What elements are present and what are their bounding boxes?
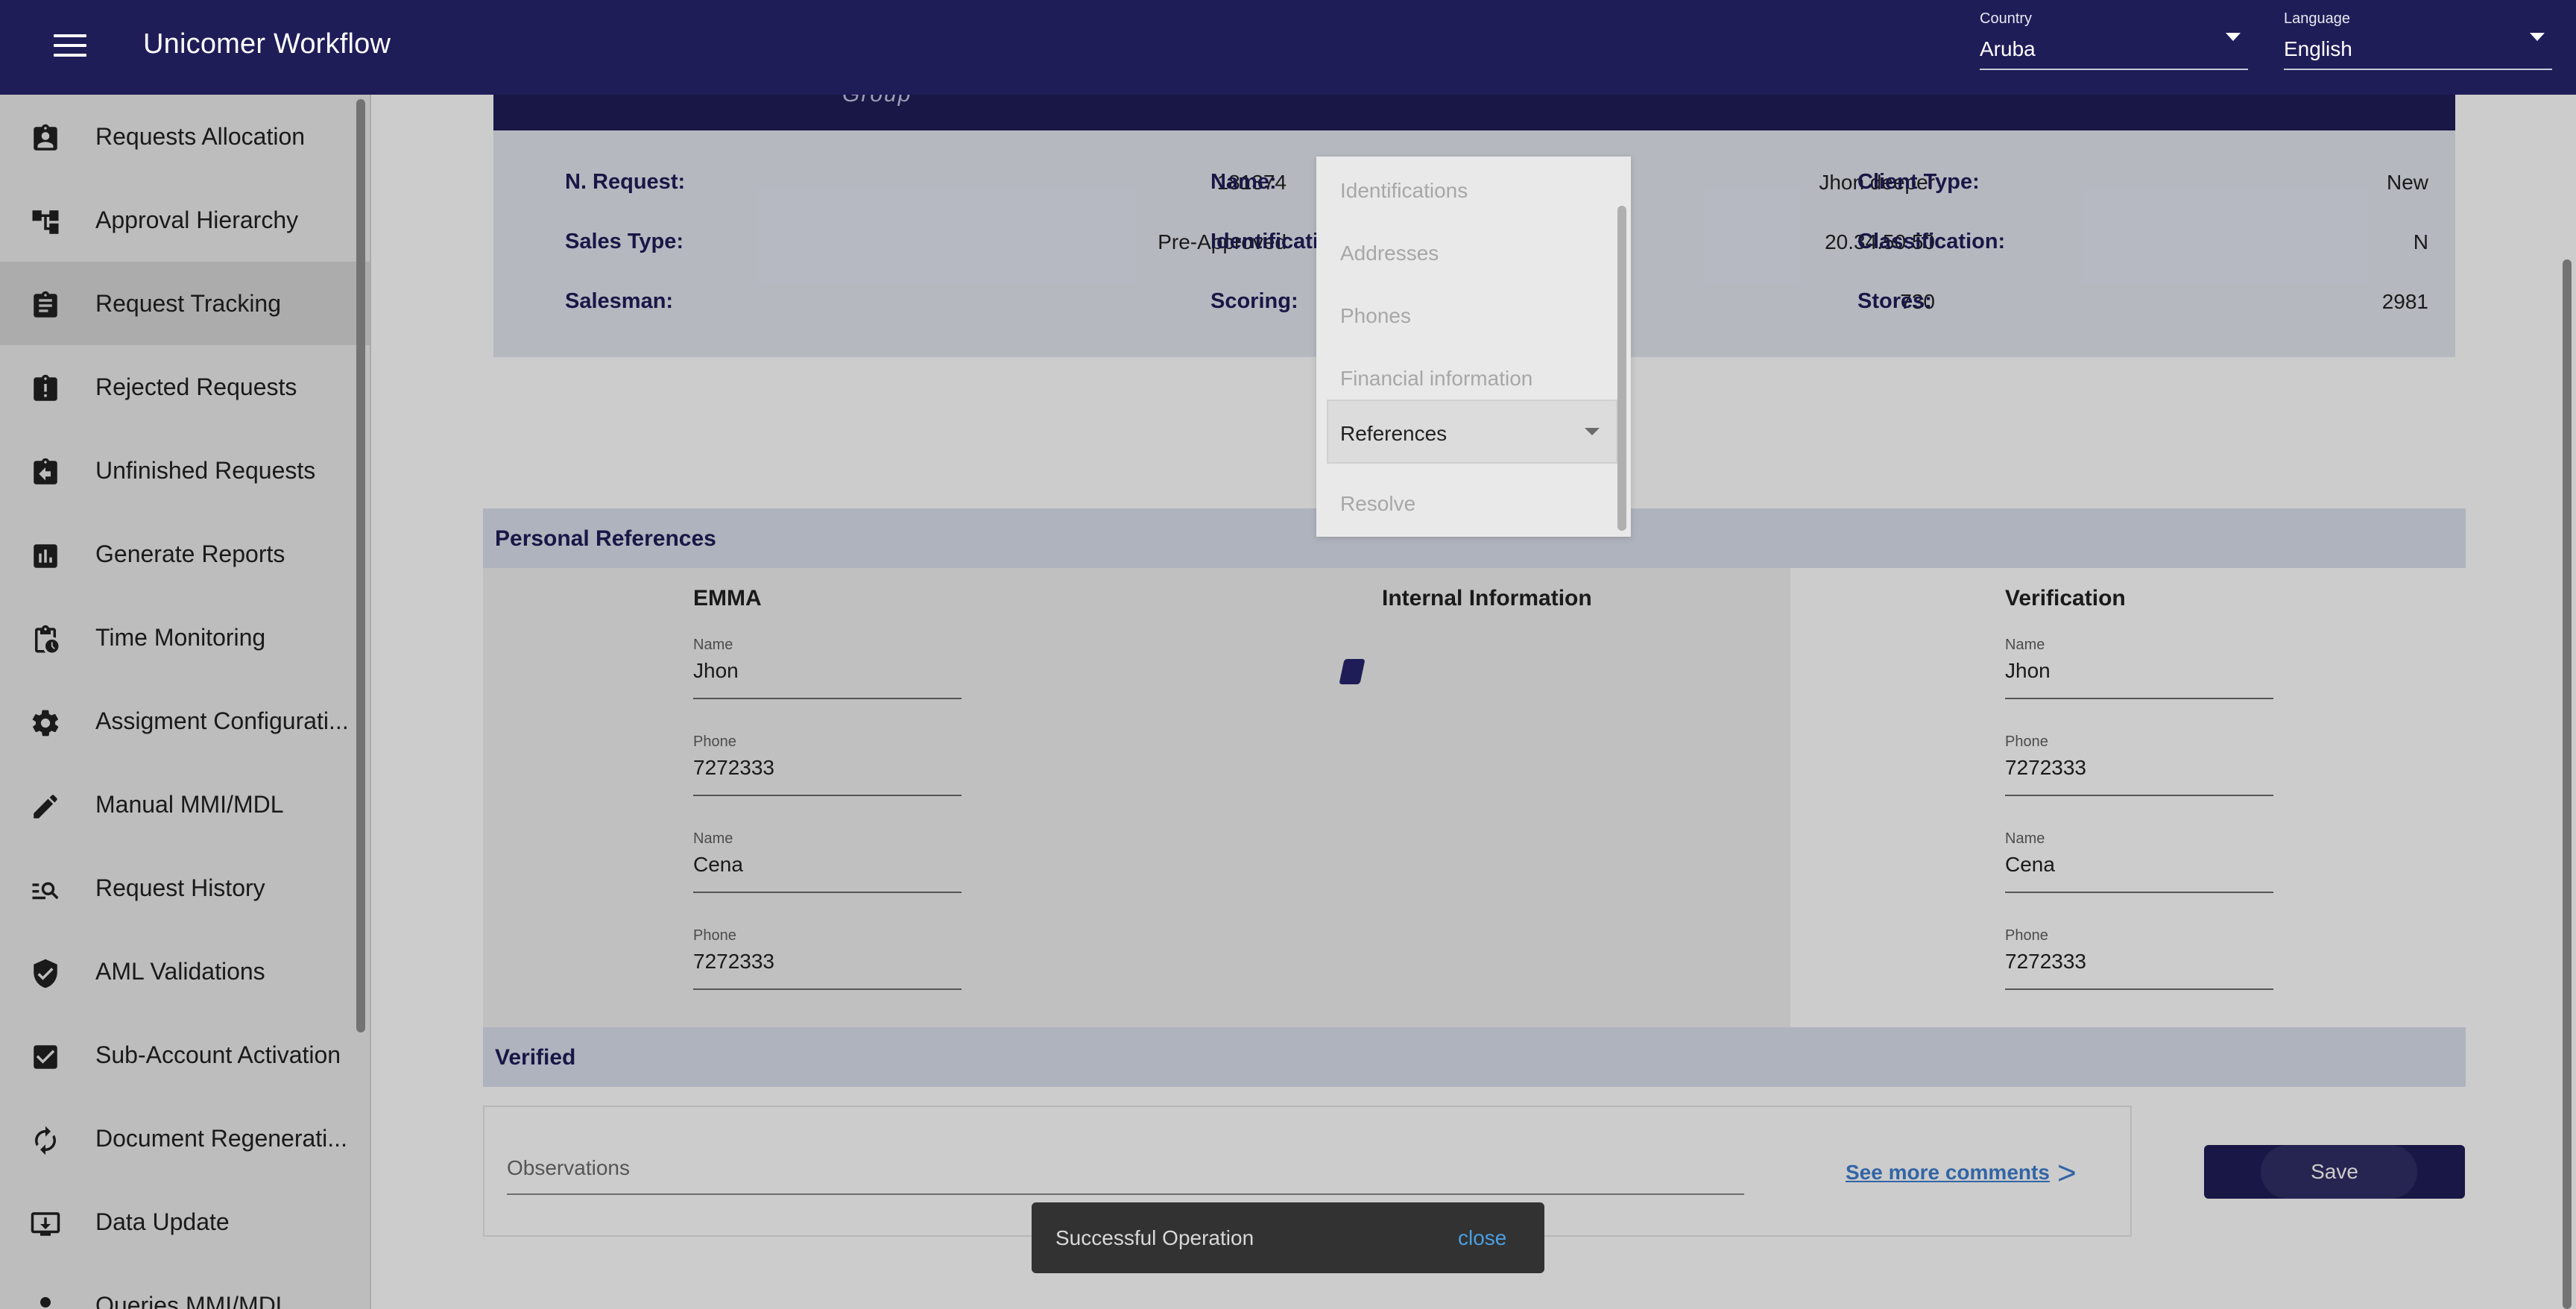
country-label: Country xyxy=(1980,10,2033,27)
menu-item-financial-information[interactable]: Financial information xyxy=(1340,367,1532,391)
menu-item-phones[interactable]: Phones xyxy=(1340,304,1411,328)
section-select[interactable]: References xyxy=(1327,400,1617,464)
section-dropdown-menu: Identifications Addresses Phones Financi… xyxy=(1316,157,1631,537)
snackbar-close-button[interactable]: close xyxy=(1458,1226,1506,1250)
overlay-backdrop[interactable] xyxy=(0,95,2576,1309)
menu-item-identifications[interactable]: Identifications xyxy=(1340,179,1468,203)
section-select-value: References xyxy=(1340,422,1448,445)
dropdown-scrollbar[interactable] xyxy=(1617,206,1626,531)
menu-item-addresses[interactable]: Addresses xyxy=(1340,242,1439,265)
menu-icon[interactable] xyxy=(54,34,86,61)
country-value: Aruba xyxy=(1980,37,2036,60)
top-app-bar: Unicomer Workflow Country Aruba Language… xyxy=(0,0,2576,95)
language-value: English xyxy=(2284,37,2352,60)
country-select[interactable]: Country Aruba xyxy=(1980,7,2248,70)
chevron-down-icon xyxy=(2226,33,2241,41)
chevron-down-icon xyxy=(1585,428,1600,435)
chevron-down-icon xyxy=(2530,33,2545,41)
language-label: Language xyxy=(2284,10,2350,27)
snackbar: Successful Operation close xyxy=(1032,1202,1544,1273)
snackbar-message: Successful Operation xyxy=(1055,1226,1254,1249)
app-title: Unicomer Workflow xyxy=(143,28,391,60)
language-select[interactable]: Language English xyxy=(2284,7,2552,70)
menu-item-resolve[interactable]: Resolve xyxy=(1340,492,1415,516)
